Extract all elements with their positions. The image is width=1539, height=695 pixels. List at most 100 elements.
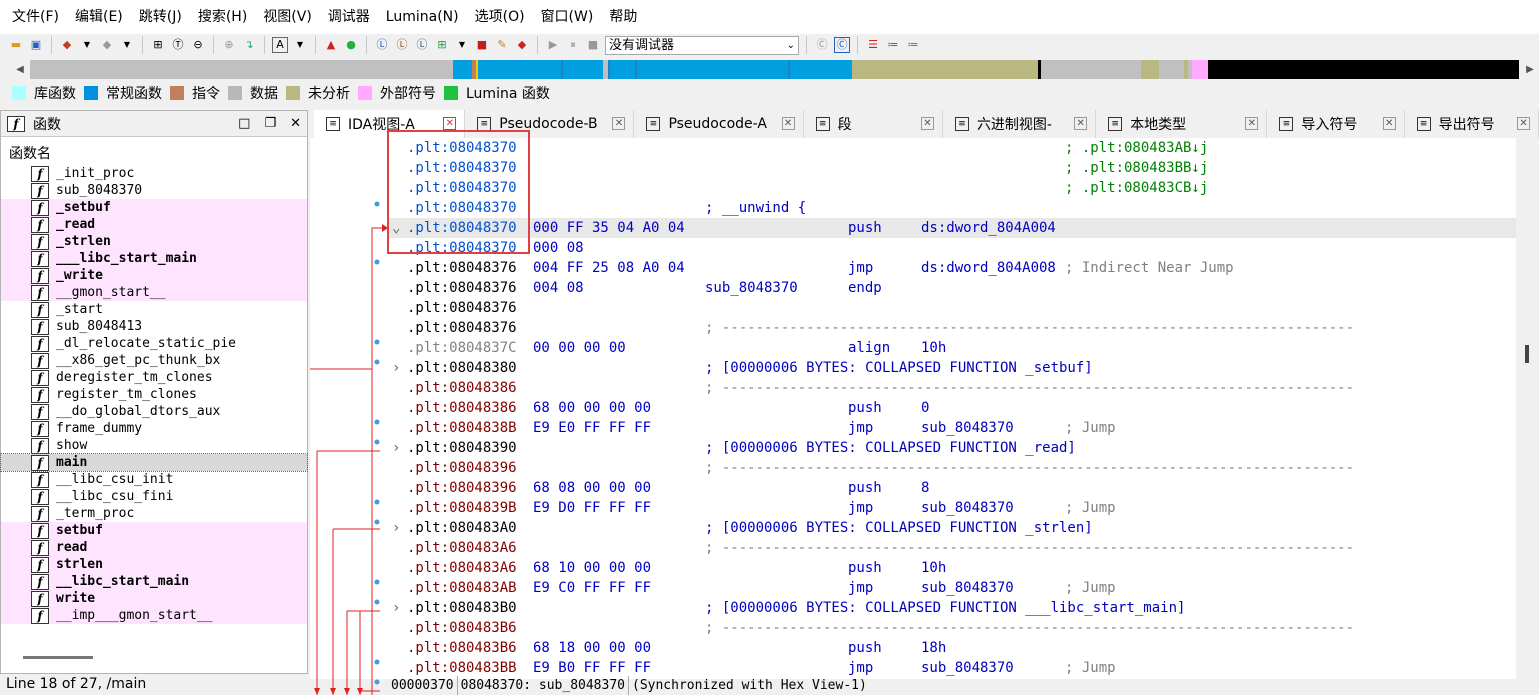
tab-close-icon[interactable]: ✕ <box>781 117 795 130</box>
disassembly-line[interactable]: .plt:08048370 ; __unwind { <box>388 198 1516 218</box>
stack-icon[interactable]: Ⓛ <box>374 37 390 53</box>
disassembly-line[interactable]: .plt:080483B6 68 18 00 00 00 push 18h <box>388 638 1516 658</box>
enums-icon[interactable]: Ⓛ <box>414 37 430 53</box>
vertical-scrollbar[interactable] <box>1516 138 1539 679</box>
disassembly-line[interactable]: ⌄ .plt:08048370 000 FF 35 04 A0 04 push ds:d… <box>388 218 1516 238</box>
disassembly-line[interactable]: .plt:08048396 ; -------------------------… <box>388 458 1516 478</box>
function-list-item[interactable]: f _start <box>1 301 307 318</box>
disassembly-line[interactable]: .plt:08048386 68 00 00 00 00 push 0 <box>388 398 1516 418</box>
grid-icon[interactable]: ⊞ <box>150 37 166 53</box>
edit-icon[interactable]: ✎ <box>494 37 510 53</box>
menu-item[interactable]: 搜索(H) <box>190 0 255 34</box>
text-icon[interactable]: Ⓣ <box>170 37 186 53</box>
disassembly-line[interactable]: › .plt:08048380 ; [00000006 BYTES: COLLAPS… <box>388 358 1516 378</box>
function-list-item[interactable]: f __imp___gmon_start__ <box>1 607 307 624</box>
function-list-item[interactable]: f show <box>1 437 307 454</box>
menu-item[interactable]: 文件(F) <box>4 0 67 34</box>
lumina-icon[interactable]: ● <box>343 37 359 53</box>
disassembly-line[interactable]: .plt:08048370 ; .plt:080483AB↓j <box>388 138 1516 158</box>
function-list-item[interactable]: f _read <box>1 216 307 233</box>
function-list-item[interactable]: f _strlen <box>1 233 307 250</box>
function-list-item[interactable]: f sub_8048413 <box>1 318 307 335</box>
function-list-item[interactable]: f _write <box>1 267 307 284</box>
function-list-item[interactable]: f deregister_tm_clones <box>1 369 307 386</box>
graph-icon[interactable]: ⊖ <box>190 37 206 53</box>
nav-right-arrow-icon[interactable]: ▶ <box>1524 60 1536 79</box>
pause-icon[interactable]: ⏸ <box>565 37 581 53</box>
tab-close-icon[interactable]: ✕ <box>443 117 457 130</box>
function-list-item[interactable]: f __x86_get_pc_thunk_bx <box>1 352 307 369</box>
tab[interactable]: ≡ 本地类型 ✕ <box>1096 110 1268 138</box>
menu-item[interactable]: Lumina(N) <box>378 0 467 34</box>
function-list-item[interactable]: f setbuf <box>1 522 307 539</box>
disassembly-line[interactable]: .plt:08048370 000 08 <box>388 238 1516 258</box>
tab-close-icon[interactable]: ✕ <box>1074 117 1088 130</box>
menu-item[interactable]: 调试器 <box>320 0 378 34</box>
horizontal-scrollbar[interactable] <box>23 656 93 659</box>
patch-icon[interactable]: ◆ <box>514 37 530 53</box>
function-list-item[interactable]: f main <box>0 453 308 472</box>
stop-icon[interactable]: ■ <box>474 37 490 53</box>
function-list-item[interactable]: f __libc_csu_fini <box>1 488 307 505</box>
disassembly-line[interactable]: .plt:080483A6 68 10 00 00 00 push 10h <box>388 558 1516 578</box>
function-list-item[interactable]: f __do_global_dtors_aux <box>1 403 307 420</box>
menu-item[interactable]: 跳转(J) <box>131 0 190 34</box>
function-list-item[interactable]: f _dl_relocate_static_pie <box>1 335 307 352</box>
step-over-icon[interactable]: Ⓒ <box>834 37 850 53</box>
disassembly-line[interactable]: .plt:08048376 <box>388 298 1516 318</box>
navigation-band[interactable] <box>30 60 1519 79</box>
disassembly-line[interactable]: .plt:0804838B E9 E0 FF FF FF jmp sub_804837… <box>388 418 1516 438</box>
play-icon[interactable]: ▶ <box>545 37 561 53</box>
dropdown-arrow-icon[interactable]: ▼ <box>119 37 135 53</box>
function-name-column-header[interactable]: 函数名 <box>1 137 307 165</box>
function-list-item[interactable]: f frame_dummy <box>1 420 307 437</box>
back-icon[interactable]: ◆ <box>59 37 75 53</box>
tab[interactable]: ≡ 导出符号 ✕ <box>1405 110 1539 138</box>
collapse-icon[interactable]: ⌄ <box>392 218 400 238</box>
function-list-item[interactable]: f _setbuf <box>1 199 307 216</box>
menu-item[interactable]: 编辑(E) <box>67 0 131 34</box>
function-list-item[interactable]: f write <box>1 590 307 607</box>
list-remove-icon[interactable]: ≔ <box>905 37 921 53</box>
disassembly-line[interactable]: .plt:080483B6 ; -------------------------… <box>388 618 1516 638</box>
tab[interactable]: ≡ Pseudocode-A ✕ <box>634 110 804 138</box>
dropdown-arrow-icon[interactable]: ▼ <box>79 37 95 53</box>
tab-close-icon[interactable]: ✕ <box>612 117 626 130</box>
disassembly-line[interactable]: .plt:08048376 004 FF 25 08 A0 04 jmp ds:dwo… <box>388 258 1516 278</box>
expand-icon[interactable]: › <box>392 598 400 618</box>
dropdown-arrow-icon[interactable]: ▼ <box>454 37 470 53</box>
maximize-icon[interactable]: □ <box>238 111 250 137</box>
disassembly-line[interactable]: › .plt:08048390 ; [00000006 BYTES: COLLAPS… <box>388 438 1516 458</box>
open-folder-icon[interactable]: ▬ <box>8 37 24 53</box>
disassembly-line[interactable]: .plt:080483BB E9 B0 FF FF FF jmp sub_804837… <box>388 658 1516 678</box>
disassembly-view[interactable]: .plt:08048370; .plt:080483AB↓j .plt:08048… <box>388 138 1516 679</box>
menu-item[interactable]: 视图(V) <box>255 0 320 34</box>
disassembly-line[interactable]: .plt:080483A6 ; -------------------------… <box>388 538 1516 558</box>
function-list-item[interactable]: f __libc_csu_init <box>1 471 307 488</box>
list-add-icon[interactable]: ≔ <box>885 37 901 53</box>
nav-left-arrow-icon[interactable]: ◀ <box>14 60 26 79</box>
text-format-icon[interactable]: A <box>272 37 288 53</box>
disassembly-line[interactable]: .plt:08048376 ; -------------------------… <box>388 318 1516 338</box>
tab[interactable]: ≡ IDA视图-A ✕ <box>314 110 466 138</box>
function-list-item[interactable]: f sub_8048370 <box>1 182 307 199</box>
disassembly-line[interactable]: .plt:08048376 004 08 sub_8048370 endp <box>388 278 1516 298</box>
tab-close-icon[interactable]: ✕ <box>1382 117 1396 130</box>
tab-close-icon[interactable]: ✕ <box>1517 117 1531 130</box>
restore-icon[interactable]: ❐ <box>264 111 276 137</box>
dropdown-arrow-icon[interactable]: ▼ <box>292 37 308 53</box>
stop-debug-icon[interactable]: ■ <box>585 37 601 53</box>
menu-item[interactable]: 选项(O) <box>467 0 533 34</box>
breakpoint-icon[interactable]: ▲ <box>323 37 339 53</box>
xref-icon[interactable]: ⊞ <box>434 37 450 53</box>
refresh-icon[interactable]: ⊕ <box>221 37 237 53</box>
menu-item[interactable]: 帮助 <box>601 0 645 34</box>
tab-close-icon[interactable]: ✕ <box>1245 117 1259 130</box>
close-icon[interactable]: ✕ <box>290 111 301 137</box>
tab[interactable]: ≡ Pseudocode-B ✕ <box>465 110 635 138</box>
structs-icon[interactable]: Ⓛ <box>394 37 410 53</box>
function-list-item[interactable]: f _term_proc <box>1 505 307 522</box>
forward-icon[interactable]: ◆ <box>99 37 115 53</box>
function-list-item[interactable]: f ___libc_start_main <box>1 250 307 267</box>
function-list-item[interactable]: f __gmon_start__ <box>1 284 307 301</box>
